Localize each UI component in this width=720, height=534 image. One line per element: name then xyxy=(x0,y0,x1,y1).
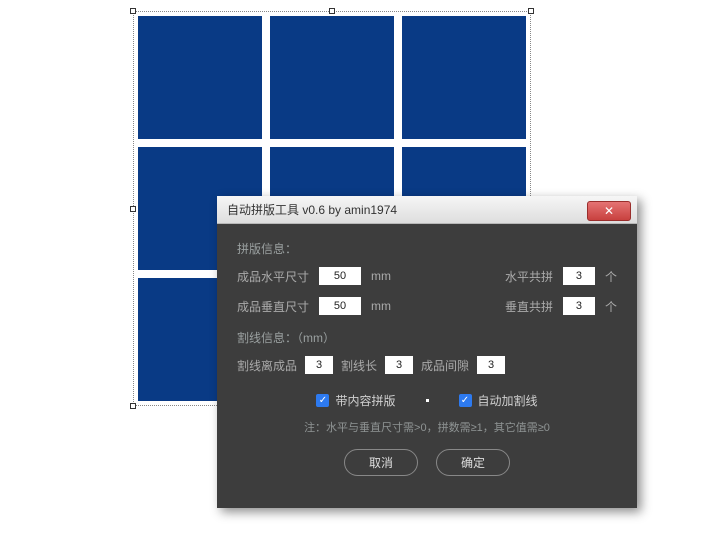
button-row: 取消 确定 xyxy=(237,449,617,476)
auto-cutline-checkbox[interactable]: ✓ xyxy=(459,394,472,407)
resize-handle-bottom-left[interactable] xyxy=(130,403,136,409)
with-content-checkbox[interactable]: ✓ xyxy=(316,394,329,407)
footer-note: 注：水平与垂直尺寸需>0，拼数需≥1，其它值需≥0 xyxy=(237,419,617,435)
section-layout-label: 拼版信息： xyxy=(237,240,617,257)
separator-dot xyxy=(426,399,429,402)
h-count-input[interactable]: 3 xyxy=(563,267,595,285)
dialog-body: 拼版信息： 成品水平尺寸 50 mm 水平共拼 3 个 成品垂直尺寸 50 mm… xyxy=(217,224,637,486)
h-count-label: 水平共拼 xyxy=(505,268,553,285)
finished-h-label: 成品水平尺寸 xyxy=(237,268,309,285)
row-vertical-size: 成品垂直尺寸 50 mm 垂直共拼 3 个 xyxy=(237,297,617,315)
row-horizontal-size: 成品水平尺寸 50 mm 水平共拼 3 个 xyxy=(237,267,617,285)
close-icon: ✕ xyxy=(604,205,614,217)
ok-button[interactable]: 确定 xyxy=(436,449,510,476)
resize-handle-top-middle[interactable] xyxy=(329,8,335,14)
auto-layout-dialog: 自动拼版工具 v0.6 by amin1974 ✕ 拼版信息： 成品水平尺寸 5… xyxy=(217,196,637,508)
close-button[interactable]: ✕ xyxy=(587,201,631,221)
row-cutline: 割线离成品 3 割线长 3 成品间隙 3 xyxy=(237,356,617,374)
product-gap-input[interactable]: 3 xyxy=(477,356,505,374)
unit-mm: mm xyxy=(371,299,391,313)
cutline-offset-label: 割线离成品 xyxy=(237,357,297,374)
auto-cutline-label: 自动加割线 xyxy=(478,392,538,409)
product-gap-label: 成品间隙 xyxy=(421,357,469,374)
finished-v-input[interactable]: 50 xyxy=(319,297,361,315)
with-content-label: 带内容拼版 xyxy=(335,392,395,409)
resize-handle-top-right[interactable] xyxy=(528,8,534,14)
cutline-length-input[interactable]: 3 xyxy=(385,356,413,374)
unit-piece: 个 xyxy=(605,268,617,285)
section-cutline-label: 割线信息：（mm） xyxy=(237,329,617,346)
cutline-offset-input[interactable]: 3 xyxy=(305,356,333,374)
resize-handle-middle-left[interactable] xyxy=(130,206,136,212)
unit-piece: 个 xyxy=(605,298,617,315)
cancel-button[interactable]: 取消 xyxy=(344,449,418,476)
v-count-label: 垂直共拼 xyxy=(505,298,553,315)
unit-mm: mm xyxy=(371,269,391,283)
finished-h-input[interactable]: 50 xyxy=(319,267,361,285)
cutline-length-label: 割线长 xyxy=(341,357,377,374)
dialog-titlebar[interactable]: 自动拼版工具 v0.6 by amin1974 ✕ xyxy=(217,196,637,224)
v-count-input[interactable]: 3 xyxy=(563,297,595,315)
checkbox-row: ✓ 带内容拼版 ✓ 自动加割线 xyxy=(237,392,617,409)
dialog-title: 自动拼版工具 v0.6 by amin1974 xyxy=(227,201,397,218)
resize-handle-top-left[interactable] xyxy=(130,8,136,14)
finished-v-label: 成品垂直尺寸 xyxy=(237,298,309,315)
